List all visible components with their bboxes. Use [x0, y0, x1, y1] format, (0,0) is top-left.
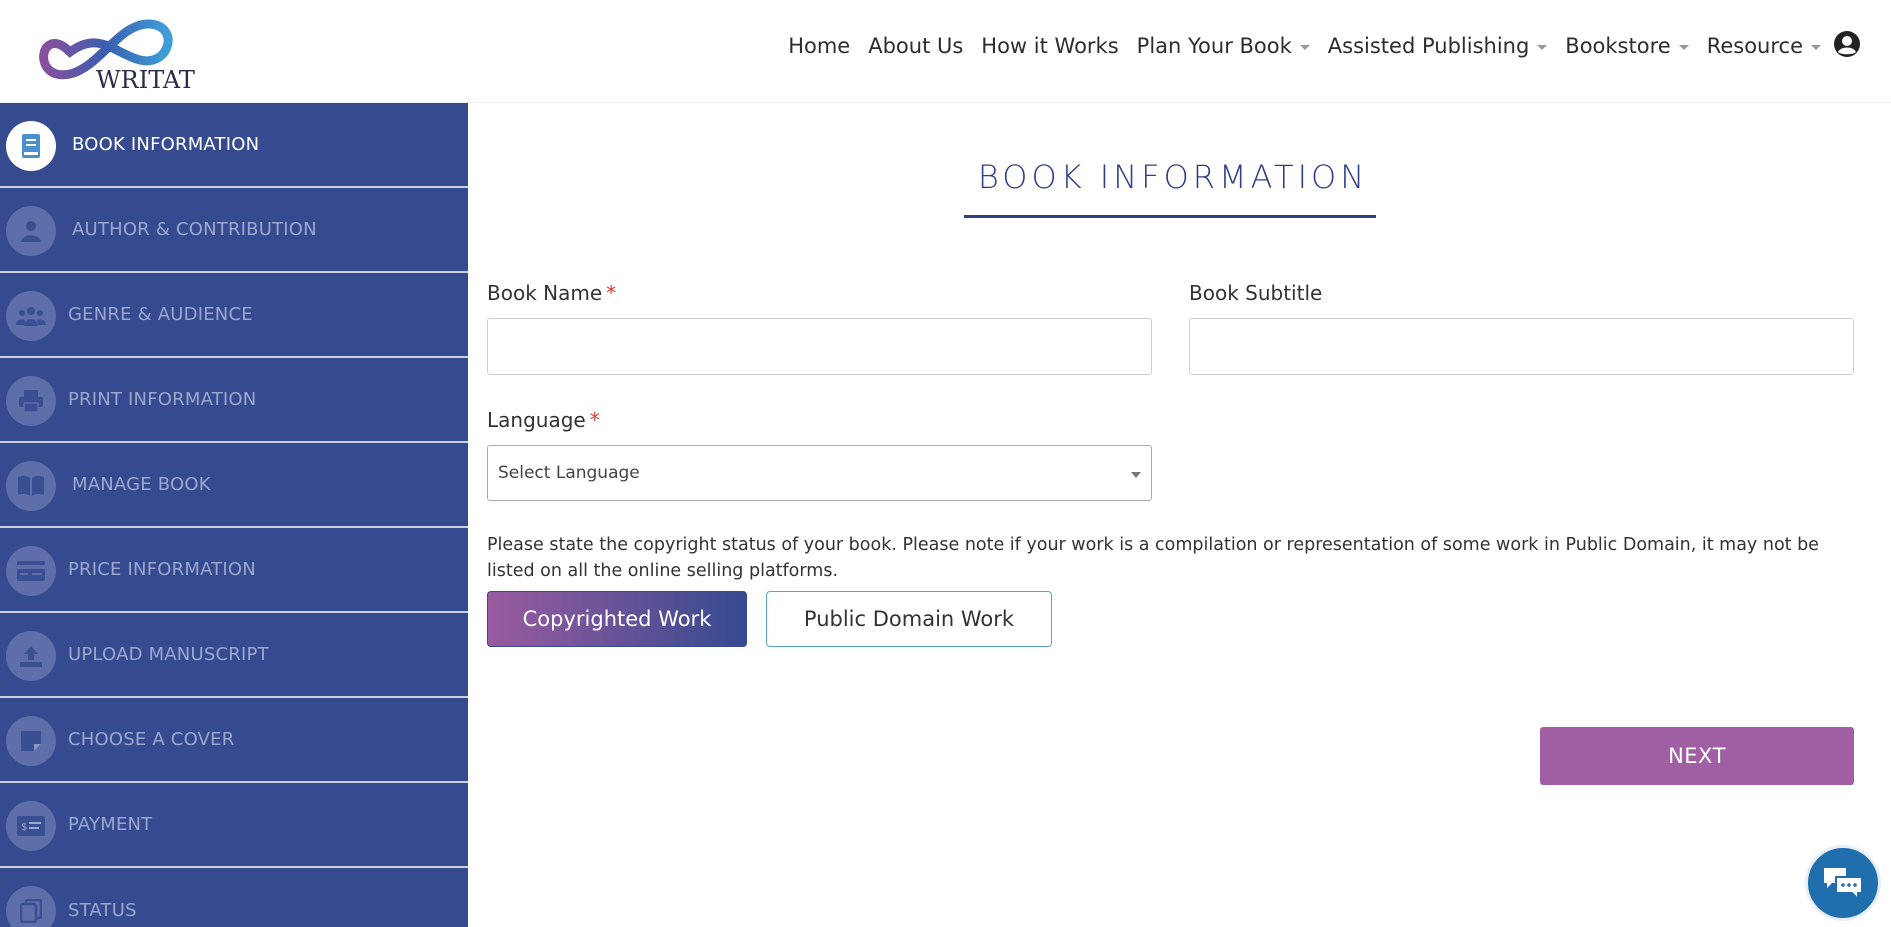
group-icon [6, 291, 56, 341]
caret-down-icon [1299, 44, 1310, 50]
language-label-text: Language [487, 408, 586, 432]
copy-icon [6, 886, 56, 927]
nav-about-us[interactable]: About Us [868, 34, 963, 58]
sidebar-item-author-contribution[interactable]: AUTHOR & CONTRIBUTION [0, 188, 468, 273]
sidebar-item-label: PRINT INFORMATION [68, 389, 257, 410]
nav-assisted-publishing[interactable]: Assisted Publishing [1328, 34, 1548, 58]
book-name-input[interactable] [487, 318, 1152, 375]
sidebar-item-book-information[interactable]: BOOK INFORMATION [0, 103, 468, 188]
sidebar-item-label: AUTHOR & CONTRIBUTION [72, 219, 317, 240]
nav-resource[interactable]: Resource [1707, 34, 1821, 58]
sticky-note-icon [6, 716, 56, 766]
site-header: WRITAT Home About Us How it Works Plan Y… [0, 0, 1891, 103]
copyright-notice: Please state the copyright status of you… [487, 535, 1819, 581]
sidebar-item-price-information[interactable]: PRICE INFORMATION [0, 528, 468, 613]
nav-home[interactable]: Home [788, 34, 850, 58]
nav-plan-your-book[interactable]: Plan Your Book [1137, 34, 1310, 58]
person-icon [6, 206, 56, 256]
chevron-down-icon [1131, 472, 1141, 478]
sidebar-item-label: PAYMENT [68, 814, 153, 835]
nav-home-label: Home [788, 34, 851, 58]
money-icon: $ [6, 801, 56, 851]
nav-about-us-label: About Us [868, 34, 964, 58]
nav-how-it-works[interactable]: How it Works [981, 34, 1118, 58]
sidebar-item-label: GENRE & AUDIENCE [68, 304, 253, 325]
sidebar-item-label: STATUS [68, 900, 137, 921]
nav-assisted-publishing-label: Assisted Publishing [1327, 34, 1530, 58]
writat-logo[interactable]: WRITAT [30, 12, 195, 94]
nav-how-it-works-label: How it Works [981, 34, 1119, 58]
user-account-icon[interactable] [1833, 30, 1861, 58]
book-subtitle-input[interactable] [1189, 318, 1854, 375]
sidebar-item-payment[interactable]: $ PAYMENT [0, 783, 468, 868]
sidebar-item-label: BOOK INFORMATION [72, 134, 260, 155]
sidebar-item-genre-audience[interactable]: GENRE & AUDIENCE [0, 273, 468, 358]
card-icon [6, 546, 56, 596]
upload-icon [6, 631, 56, 681]
printer-icon [6, 376, 56, 426]
chat-widget-button[interactable] [1805, 845, 1881, 921]
caret-down-icon [1537, 44, 1548, 50]
logo-text: WRITAT [96, 66, 195, 94]
sidebar-item-manage-book[interactable]: MANAGE BOOK [0, 443, 468, 528]
sidebar-item-label: UPLOAD MANUSCRIPT [68, 644, 269, 665]
sidebar-item-label: MANAGE BOOK [72, 474, 211, 495]
required-mark: * [606, 281, 617, 305]
sidebar-item-label: CHOOSE A COVER [68, 729, 235, 750]
nav-plan-your-book-label: Plan Your Book [1136, 34, 1292, 58]
page-title: BOOK INFORMATION [977, 158, 1369, 196]
book-subtitle-label: Book Subtitle [1189, 281, 1323, 305]
next-button[interactable]: NEXT [1540, 727, 1854, 785]
nav-bookstore-label: Bookstore [1565, 34, 1671, 58]
language-select[interactable]: Select Language [487, 445, 1152, 501]
sidebar-item-status[interactable]: STATUS [0, 868, 468, 927]
main-nav: Home About Us How it Works Plan Your Boo… [788, 34, 1821, 58]
nav-resource-label: Resource [1706, 34, 1803, 58]
copyrighted-work-button[interactable]: Copyrighted Work [487, 591, 747, 647]
book-icon [6, 121, 56, 171]
caret-down-icon [1811, 44, 1821, 50]
sidebar-item-print-information[interactable]: PRINT INFORMATION [0, 358, 468, 443]
public-domain-work-button[interactable]: Public Domain Work [766, 591, 1052, 647]
step-sidebar: BOOK INFORMATION AUTHOR & CONTRIBUTION G… [0, 103, 468, 927]
svg-text:$: $ [21, 822, 27, 833]
book-name-label-text: Book Name [487, 281, 603, 305]
sidebar-item-upload-manuscript[interactable]: UPLOAD MANUSCRIPT [0, 613, 468, 698]
open-book-icon [6, 461, 56, 511]
language-select-value: Select Language [498, 463, 640, 483]
sidebar-item-choose-a-cover[interactable]: CHOOSE A COVER [0, 698, 468, 783]
language-label: Language * [487, 408, 600, 432]
nav-bookstore[interactable]: Bookstore [1565, 34, 1689, 58]
chat-icon [1824, 868, 1863, 901]
required-mark: * [589, 408, 600, 432]
sidebar-item-label: PRICE INFORMATION [68, 559, 256, 580]
title-underline [964, 215, 1376, 218]
book-name-label: Book Name * [487, 281, 616, 305]
caret-down-icon [1678, 44, 1689, 50]
